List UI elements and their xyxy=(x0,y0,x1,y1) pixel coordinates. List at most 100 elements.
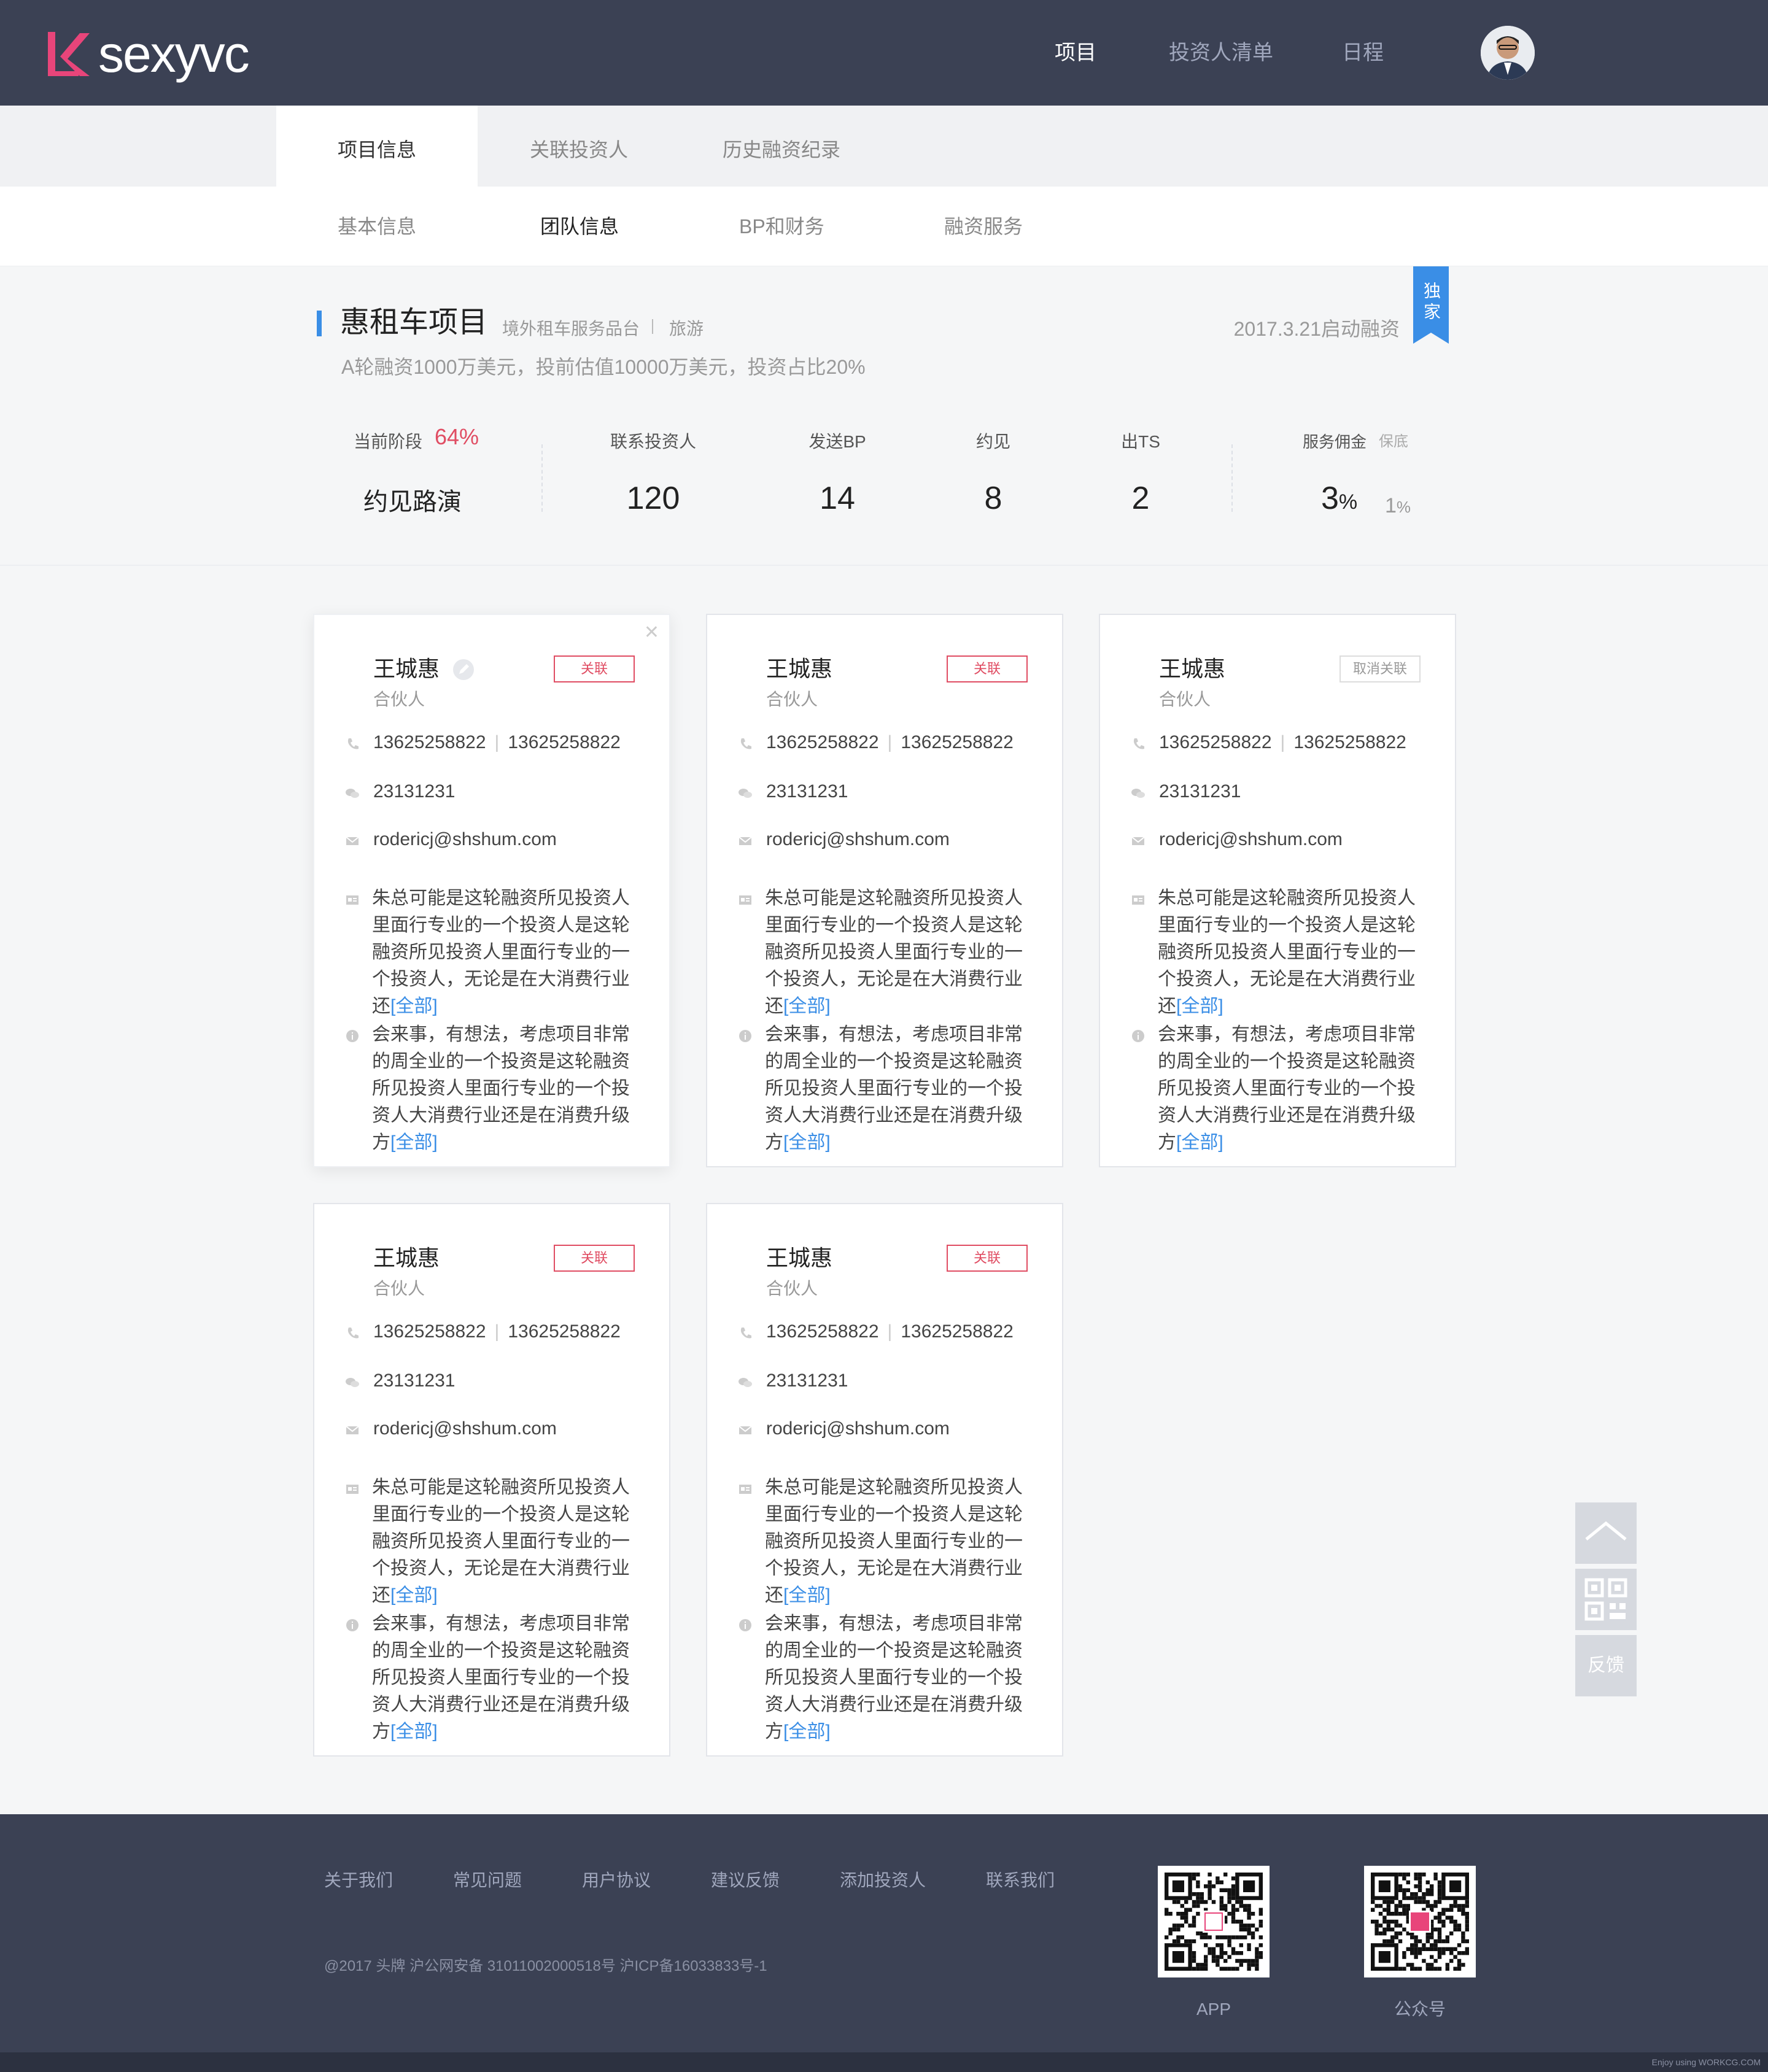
edit-icon[interactable] xyxy=(453,659,474,680)
copyright: @2017 头牌 沪公网安备 31011002000518号 沪ICP备1603… xyxy=(324,1958,767,1974)
bio-more-link[interactable]: [全部] xyxy=(390,996,438,1016)
title-accent-bar xyxy=(317,311,322,336)
back-to-top-button[interactable] xyxy=(1575,1502,1637,1564)
mail-icon xyxy=(739,1426,752,1434)
email[interactable]: rodericj@shshum.com xyxy=(373,1415,557,1442)
phone-primary[interactable]: 13625258822 xyxy=(373,732,486,752)
bio-more-link[interactable]: [全部] xyxy=(783,1585,831,1606)
wechat-id: 23131231 xyxy=(373,781,456,802)
footer-link-add-investor[interactable]: 添加投资人 xyxy=(840,1868,926,1893)
email[interactable]: rodericj@shshum.com xyxy=(373,826,557,853)
divider xyxy=(541,444,543,512)
wechat-id: 23131231 xyxy=(1159,781,1241,802)
commission-guarantee-label: 保底 xyxy=(1379,433,1408,450)
note-more-link[interactable]: [全部] xyxy=(390,1722,438,1742)
top-header: sexyvc 项目 投资人清单 日程 xyxy=(0,0,1768,106)
nav-schedule[interactable]: 日程 xyxy=(1342,38,1384,68)
link-toggle-button[interactable]: 关联 xyxy=(554,655,635,682)
footer-link-faq[interactable]: 常见问题 xyxy=(453,1868,522,1893)
investor-card[interactable]: 王城惠 合伙人 关联 13625258822 | 13625258822 23131231 r… xyxy=(706,1203,1063,1757)
commission-guarantee-unit: % xyxy=(1396,498,1411,516)
tab-bp-finance[interactable]: BP和财务 xyxy=(739,187,824,266)
project-title: 惠租车项目 xyxy=(340,306,488,339)
phone-secondary[interactable]: 13625258822 xyxy=(508,732,621,752)
qr-code-button[interactable] xyxy=(1575,1569,1637,1630)
tab-project-info[interactable]: 项目信息 xyxy=(276,106,478,187)
footer-link-terms[interactable]: 用户协议 xyxy=(582,1868,651,1893)
investor-card[interactable]: 王城惠 合伙人 取消关联 13625258822 | 13625258822 2313123… xyxy=(1099,614,1456,1167)
phone-secondary[interactable]: 13625258822 xyxy=(508,1321,621,1342)
investor-bio: 朱总可能是这轮融资所见投资人里面行专业的一个投资人是这轮融资所见投资人里面行专业… xyxy=(765,1474,1035,1609)
note-more-link[interactable]: [全部] xyxy=(783,1132,831,1153)
project-summary: 惠租车项目 境外租车服务品台 旅游 A轮融资1000万美元，投前估值10000万… xyxy=(0,266,1768,566)
mail-icon xyxy=(346,1426,359,1434)
exclusive-badge: 独家 xyxy=(1422,282,1441,323)
link-toggle-button[interactable]: 关联 xyxy=(947,1245,1028,1272)
commission-label: 服务佣金 xyxy=(1303,433,1367,451)
footer-bottom-strip xyxy=(0,2052,1768,2072)
main-tabs: 项目信息 关联投资人 历史融资纪录 xyxy=(0,106,1768,187)
investor-role: 合伙人 xyxy=(373,690,425,709)
email[interactable]: rodericj@shshum.com xyxy=(766,1415,950,1442)
id-card-icon xyxy=(1132,895,1144,905)
investor-card[interactable]: 王城惠 合伙人 关联 13625258822 | 13625258822 23131231 r… xyxy=(313,1203,670,1757)
stat-label-meetings: 约见 xyxy=(975,432,1010,451)
stat-value-ts: 2 xyxy=(1131,481,1150,516)
phone-primary[interactable]: 13625258822 xyxy=(373,1321,486,1342)
investor-bio: 朱总可能是这轮融资所见投资人里面行专业的一个投资人是这轮融资所见投资人里面行专业… xyxy=(765,885,1035,1020)
email[interactable]: rodericj@shshum.com xyxy=(766,826,950,853)
investor-card[interactable]: ✕ 王城惠 合伙人 关联 13625258822 | 13625258822 23131231… xyxy=(313,614,670,1167)
phone-primary[interactable]: 13625258822 xyxy=(766,1321,879,1342)
nav-investor-list[interactable]: 投资人清单 xyxy=(1169,38,1273,68)
sub-tabs: 基本信息 团队信息 BP和财务 融资服务 xyxy=(0,187,1768,266)
investor-bio: 朱总可能是这轮融资所见投资人里面行专业的一个投资人是这轮融资所见投资人里面行专业… xyxy=(372,1474,642,1609)
wechat-id: 23131231 xyxy=(766,1370,848,1391)
footer-link-contact[interactable]: 联系我们 xyxy=(986,1868,1055,1893)
arrow-up-icon xyxy=(1575,1502,1637,1564)
project-description: A轮融资1000万美元，投前估值10000万美元，投资占比20% xyxy=(341,356,866,378)
qr-code-icon xyxy=(1165,1873,1263,1971)
info-icon xyxy=(739,1619,751,1631)
phone-secondary[interactable]: 13625258822 xyxy=(901,1321,1014,1342)
tab-linked-investors[interactable]: 关联投资人 xyxy=(478,106,680,187)
phone-primary[interactable]: 13625258822 xyxy=(766,732,879,752)
mail-icon xyxy=(1131,837,1145,845)
qr-code-icon xyxy=(1584,1578,1627,1621)
logo[interactable]: sexyvc xyxy=(43,28,250,80)
link-toggle-button[interactable]: 关联 xyxy=(947,655,1028,682)
tab-team-info[interactable]: 团队信息 xyxy=(540,187,619,266)
phone-secondary[interactable]: 13625258822 xyxy=(901,732,1014,752)
note-more-link[interactable]: [全部] xyxy=(1176,1132,1223,1153)
email[interactable]: rodericj@shshum.com xyxy=(1159,826,1343,853)
tab-financing-history[interactable]: 历史融资纪录 xyxy=(680,106,883,187)
note-more-link[interactable]: [全部] xyxy=(783,1722,831,1742)
phone-separator: | xyxy=(1280,732,1285,752)
bio-more-link[interactable]: [全部] xyxy=(783,996,831,1016)
avatar[interactable] xyxy=(1481,26,1535,80)
wechat-icon xyxy=(739,1378,752,1387)
wechat-icon xyxy=(1131,789,1145,798)
phone-secondary[interactable]: 13625258822 xyxy=(1293,732,1406,752)
phone-primary[interactable]: 13625258822 xyxy=(1159,732,1272,752)
app-qr-code xyxy=(1158,1866,1270,1977)
phone-separator: | xyxy=(494,732,500,752)
info-icon xyxy=(1132,1030,1144,1042)
phone-numbers: 13625258822 | 13625258822 xyxy=(373,1318,621,1345)
link-toggle-button[interactable]: 取消关联 xyxy=(1340,655,1421,682)
tab-basic-info[interactable]: 基本信息 xyxy=(338,187,416,266)
stat-label-contacted: 联系投资人 xyxy=(610,432,696,451)
feedback-button[interactable]: 反馈 xyxy=(1575,1635,1637,1696)
investor-card[interactable]: 王城惠 合伙人 关联 13625258822 | 13625258822 23131231 r… xyxy=(706,614,1063,1167)
footer-link-suggest[interactable]: 建议反馈 xyxy=(711,1868,780,1893)
tab-financing-service[interactable]: 融资服务 xyxy=(944,187,1023,266)
category-separator xyxy=(652,319,653,334)
note-more-link[interactable]: [全部] xyxy=(390,1132,438,1153)
bio-more-link[interactable]: [全部] xyxy=(1176,996,1223,1016)
phone-icon xyxy=(740,738,751,749)
nav-projects[interactable]: 项目 xyxy=(1055,38,1096,68)
footer-link-about[interactable]: 关于我们 xyxy=(324,1868,393,1893)
close-icon[interactable]: ✕ xyxy=(644,624,659,642)
bio-more-link[interactable]: [全部] xyxy=(390,1585,438,1606)
link-toggle-button[interactable]: 关联 xyxy=(554,1245,635,1272)
project-tag: 旅游 xyxy=(669,319,704,338)
